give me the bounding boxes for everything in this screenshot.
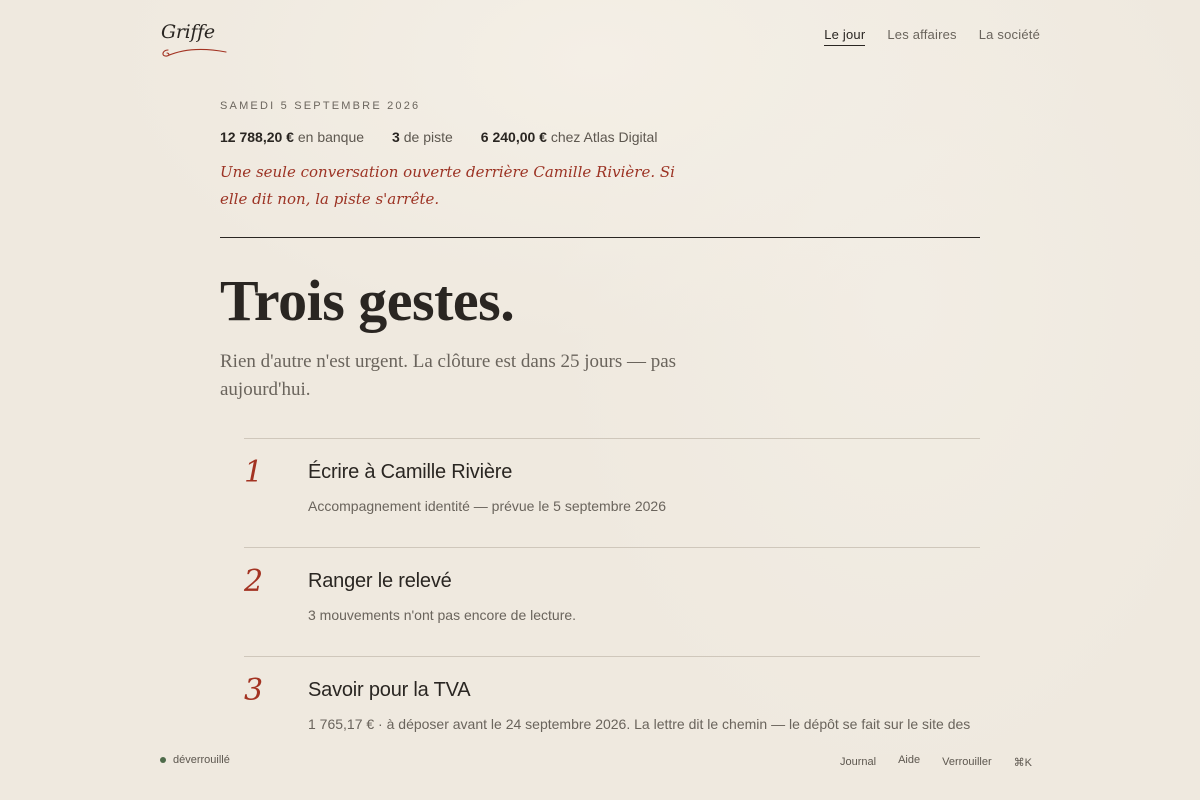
day-summary: SAMEDI 5 SEPTEMBRE 2026 12 788,20 € en b… — [220, 100, 980, 404]
app-root: Griffe Le jour Les affaires La société S… — [0, 0, 1200, 800]
stat-pipeline-value: 3 — [392, 129, 400, 145]
task-number: 2 — [244, 564, 264, 599]
task-number: 1 — [244, 455, 264, 490]
nav-les-affaires[interactable]: Les affaires — [887, 27, 956, 46]
task-item[interactable]: 2 Ranger le relevé 3 mouvements n'ont pa… — [244, 547, 980, 656]
footer-links: Journal Aide Verrouiller ⌘K — [840, 754, 1032, 769]
top-bar: Griffe Le jour Les affaires La société — [160, 20, 1040, 64]
stats-row: 12 788,20 € en banque 3 de piste 6 240,0… — [220, 129, 980, 145]
logo[interactable]: Griffe — [160, 20, 230, 60]
divider — [220, 237, 980, 238]
lock-status-label: déverrouillé — [173, 754, 230, 766]
task-title: Écrire à Camille Rivière — [308, 461, 513, 483]
task-title: Ranger le relevé — [308, 570, 452, 592]
nav-le-jour[interactable]: Le jour — [824, 27, 866, 46]
footer-bar: déverrouillé Journal Aide Verrouiller ⌘K — [160, 754, 1040, 774]
logo-flourish-icon — [162, 48, 227, 57]
lock-status: déverrouillé — [160, 754, 230, 766]
logo-wordmark: Griffe — [161, 21, 215, 43]
task-item[interactable]: 3 Savoir pour la TVA 1 765,17 € · à dépo… — [244, 656, 980, 765]
footer-link-aide[interactable]: Aide — [898, 754, 920, 767]
stat-pipeline-label: de piste — [403, 129, 453, 145]
current-date: SAMEDI 5 SEPTEMBRE 2026 — [220, 100, 421, 112]
task-description: 3 mouvements n'ont pas encore de lecture… — [308, 607, 577, 623]
task-number: 3 — [244, 673, 264, 708]
task-list: 1 Écrire à Camille Rivière Accompagnemen… — [244, 438, 980, 765]
stat-bank-label: en banque — [297, 129, 365, 145]
status-dot-icon — [160, 757, 166, 763]
stat-client-value: 6 240,00 € — [480, 129, 547, 145]
command-palette-shortcut[interactable]: ⌘K — [1014, 756, 1032, 769]
stat-bank: 12 788,20 € en banque — [220, 129, 364, 145]
footer-link-verrouiller[interactable]: Verrouiller — [942, 756, 992, 769]
page-title: Trois gestes. — [220, 268, 515, 333]
stat-client-label: chez Atlas Digital — [550, 129, 658, 145]
nav-la-societe[interactable]: La société — [979, 27, 1040, 46]
task-item[interactable]: 1 Écrire à Camille Rivière Accompagnemen… — [244, 438, 980, 547]
warning-note: Une seule conversation ouverte derrière … — [220, 163, 675, 208]
task-title: Savoir pour la TVA — [308, 679, 471, 701]
footer-link-journal[interactable]: Journal — [840, 756, 876, 769]
stat-client: 6 240,00 € chez Atlas Digital — [481, 129, 658, 145]
page-subtitle: Rien d'autre n'est urgent. La clôture es… — [220, 351, 677, 400]
task-description: 1 765,17 € · à déposer avant le 24 septe… — [308, 716, 971, 732]
stat-bank-value: 12 788,20 € — [220, 129, 294, 145]
stat-pipeline: 3 de piste — [392, 129, 453, 145]
task-description: Accompagnement identité — prévue le 5 se… — [308, 498, 666, 514]
main-nav: Le jour Les affaires La société — [824, 27, 1040, 46]
